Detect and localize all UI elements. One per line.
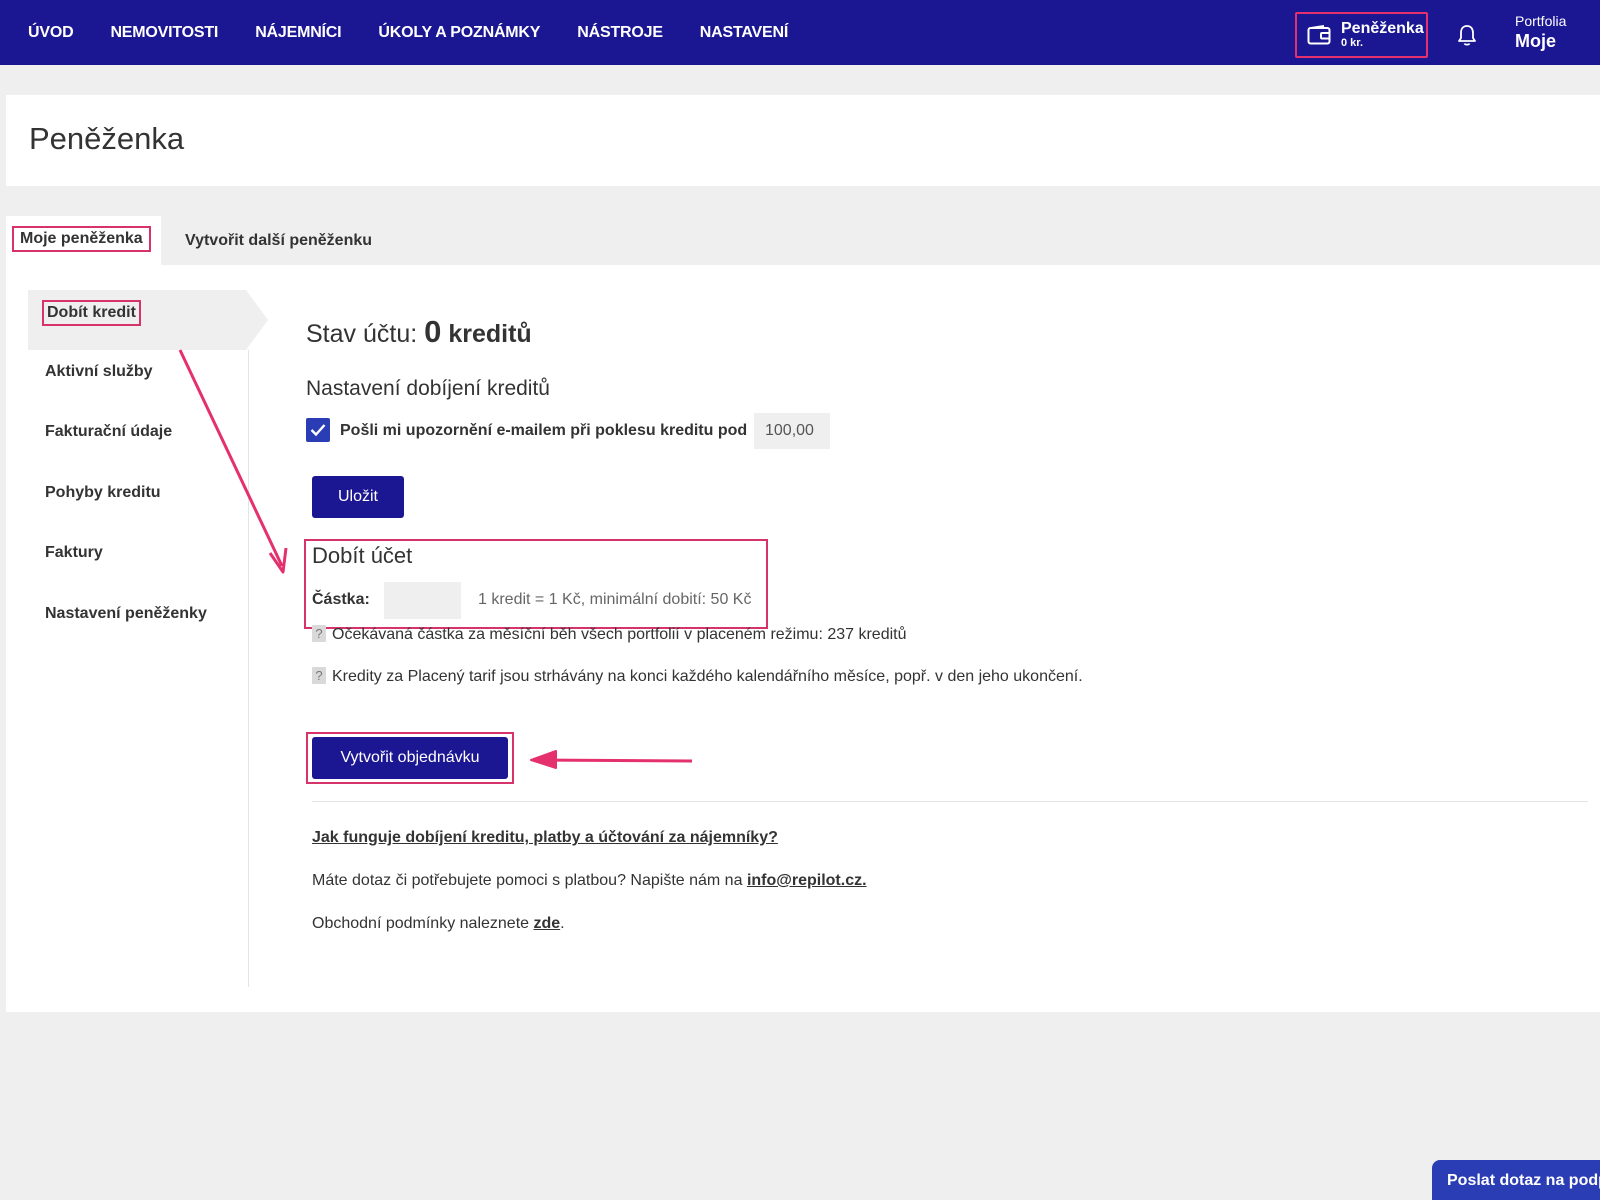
amount-input[interactable] (384, 582, 461, 619)
tab-create-wallet[interactable]: Vytvořit další peněženku (185, 232, 372, 250)
tab-my-wallet[interactable]: Moje peněženka (6, 216, 161, 265)
nav-item-nemovitosti[interactable]: NEMOVITOSTI (110, 24, 218, 42)
amount-label: Částka: (312, 591, 370, 608)
sidebar-item-faktury[interactable]: Faktury (45, 544, 103, 562)
checkmark-icon (310, 424, 326, 437)
sidebar-item-nastaveni-penezenky[interactable]: Nastavení peněženky (45, 605, 207, 623)
terms-end: . (560, 915, 565, 932)
support-chat-button[interactable]: Poslat dotaz na podporu (1432, 1160, 1600, 1200)
contact-email-link[interactable]: info@repilot.cz. (747, 872, 867, 889)
wallet-info: Peněženka 0 kr. (1341, 20, 1424, 50)
sidebar-item-dobit-kredit[interactable]: Dobít kredit (42, 300, 141, 326)
nav-item-najemnici[interactable]: NÁJEMNÍCI (255, 24, 341, 42)
save-button[interactable]: Uložit (312, 476, 404, 518)
page-title: Peněženka (29, 121, 185, 156)
page-header: Peněženka (6, 95, 1600, 186)
portfolio-label: Portfolia (1515, 13, 1567, 29)
email-alert-checkbox[interactable] (306, 418, 330, 442)
nav-item-nastaveni[interactable]: NASTAVENÍ (700, 24, 788, 42)
portfolio-switcher[interactable]: Portfolia Moje (1515, 13, 1566, 52)
terms-text: Obchodní podmínky naleznete (312, 915, 530, 932)
topup-heading: Dobít účet (312, 543, 413, 568)
wallet-amount: 0 kr. (1341, 37, 1364, 49)
notification-bell-icon[interactable] (1456, 23, 1478, 47)
nav-item-ukoly[interactable]: ÚKOLY A POZNÁMKY (378, 24, 540, 42)
sidebar-divider (248, 350, 249, 987)
nav-item-nastroje[interactable]: NÁSTROJE (577, 24, 663, 42)
tab-my-wallet-label[interactable]: Moje peněženka (12, 226, 151, 252)
balance-prefix: Stav účtu: (306, 320, 418, 348)
contact-line: Máte dotaz či potřebujete pomoci s platb… (312, 872, 867, 890)
sidebar-item-pohyby-kreditu[interactable]: Pohyby kreditu (45, 484, 161, 502)
terms-line: Obchodní podmínky naleznete zde. (312, 915, 565, 933)
create-order-button[interactable]: Vytvořit objednávku (312, 737, 508, 779)
wallet-panel: Dobít kredit Aktivní služby Fakturační ú… (6, 265, 1600, 1012)
nav-item-uvod[interactable]: ÚVOD (28, 24, 74, 42)
help-question-icon[interactable]: ? (312, 667, 326, 684)
terms-link[interactable]: zde (533, 915, 560, 932)
expected-amount-info: Očekávaná částka za měsíční běh všech po… (332, 626, 907, 643)
billing-info: Kredity za Placený tarif jsou strhávány … (332, 668, 1083, 685)
wallet-title: Peněženka (1341, 20, 1424, 37)
main-nav: ÚVOD NEMOVITOSTI NÁJEMNÍCI ÚKOLY A POZNÁ… (28, 0, 825, 65)
portfolio-value: Moje (1515, 31, 1557, 51)
topup-settings-heading: Nastavení dobíjení kreditů (306, 377, 550, 400)
section-divider (312, 801, 1588, 802)
credit-threshold-input[interactable] (754, 413, 830, 449)
wallet-icon (1307, 25, 1331, 45)
email-alert-label: Pošli mi upozornění e-mailem při poklesu… (340, 422, 748, 439)
sidebar-item-aktivni-sluzby[interactable]: Aktivní služby (45, 363, 153, 381)
top-navigation-bar: ÚVOD NEMOVITOSTI NÁJEMNÍCI ÚKOLY A POZNÁ… (0, 0, 1600, 65)
wallet-button[interactable]: Peněženka 0 kr. (1295, 12, 1428, 58)
account-balance: Stav účtu: 0 kreditů (306, 314, 532, 350)
amount-hint: 1 kredit = 1 Kč, minimální dobití: 50 Kč (478, 591, 752, 608)
balance-value: 0 (424, 314, 442, 349)
faq-link[interactable]: Jak funguje dobíjení kreditu, platby a ú… (312, 829, 778, 847)
contact-text: Máte dotaz či potřebujete pomoci s platb… (312, 872, 743, 889)
sidebar-item-fakturacni-udaje[interactable]: Fakturační údaje (45, 423, 172, 441)
balance-unit: kreditů (448, 320, 532, 348)
help-question-icon[interactable]: ? (312, 625, 326, 642)
